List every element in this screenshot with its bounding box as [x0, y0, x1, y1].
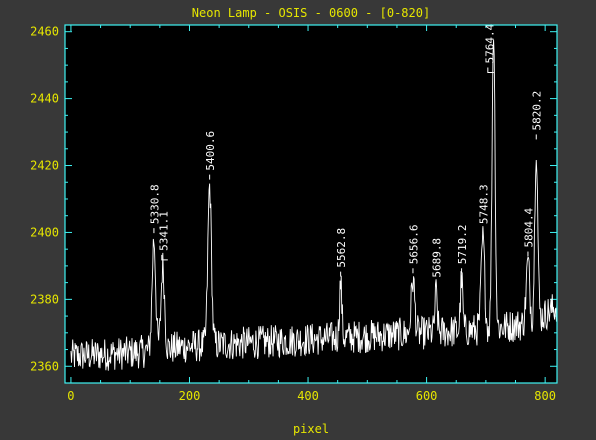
spectrum-plot: Neon Lamp - OSIS - 0600 - [0-820] pixel … — [30, 6, 558, 436]
y-tick-label: 2380 — [30, 292, 59, 306]
y-tick-label: 2420 — [30, 159, 59, 173]
y-tick-label: 2460 — [30, 25, 59, 39]
x-tick-label: 400 — [297, 389, 319, 403]
x-axis-label: pixel — [293, 422, 329, 436]
line-label-text: 5689.8 — [431, 238, 444, 278]
y-tick-label: 2440 — [30, 92, 59, 106]
x-tick-label: 800 — [534, 389, 556, 403]
x-tick-label: 200 — [179, 389, 201, 403]
y-tick-label: 2400 — [30, 225, 59, 239]
x-tick-label: 600 — [416, 389, 438, 403]
line-label-text: 5748.3 — [477, 184, 490, 224]
line-label-text: 5820.2 — [531, 91, 544, 131]
line-label-text: 5764.4 — [483, 23, 496, 63]
line-label-text: 5400.6 — [204, 131, 217, 171]
chart-title: Neon Lamp - OSIS - 0600 - [0-820] — [192, 6, 430, 20]
line-label-text: 5719.2 — [456, 225, 469, 265]
line-label-text: 5804.4 — [522, 207, 535, 247]
line-label-text: 5562.8 — [335, 228, 348, 268]
x-tick-label: 0 — [67, 389, 74, 403]
line-label-text: 5341.1 — [157, 211, 170, 251]
line-label-text: 5656.6 — [407, 225, 420, 265]
y-tick-label: 2360 — [30, 359, 59, 373]
